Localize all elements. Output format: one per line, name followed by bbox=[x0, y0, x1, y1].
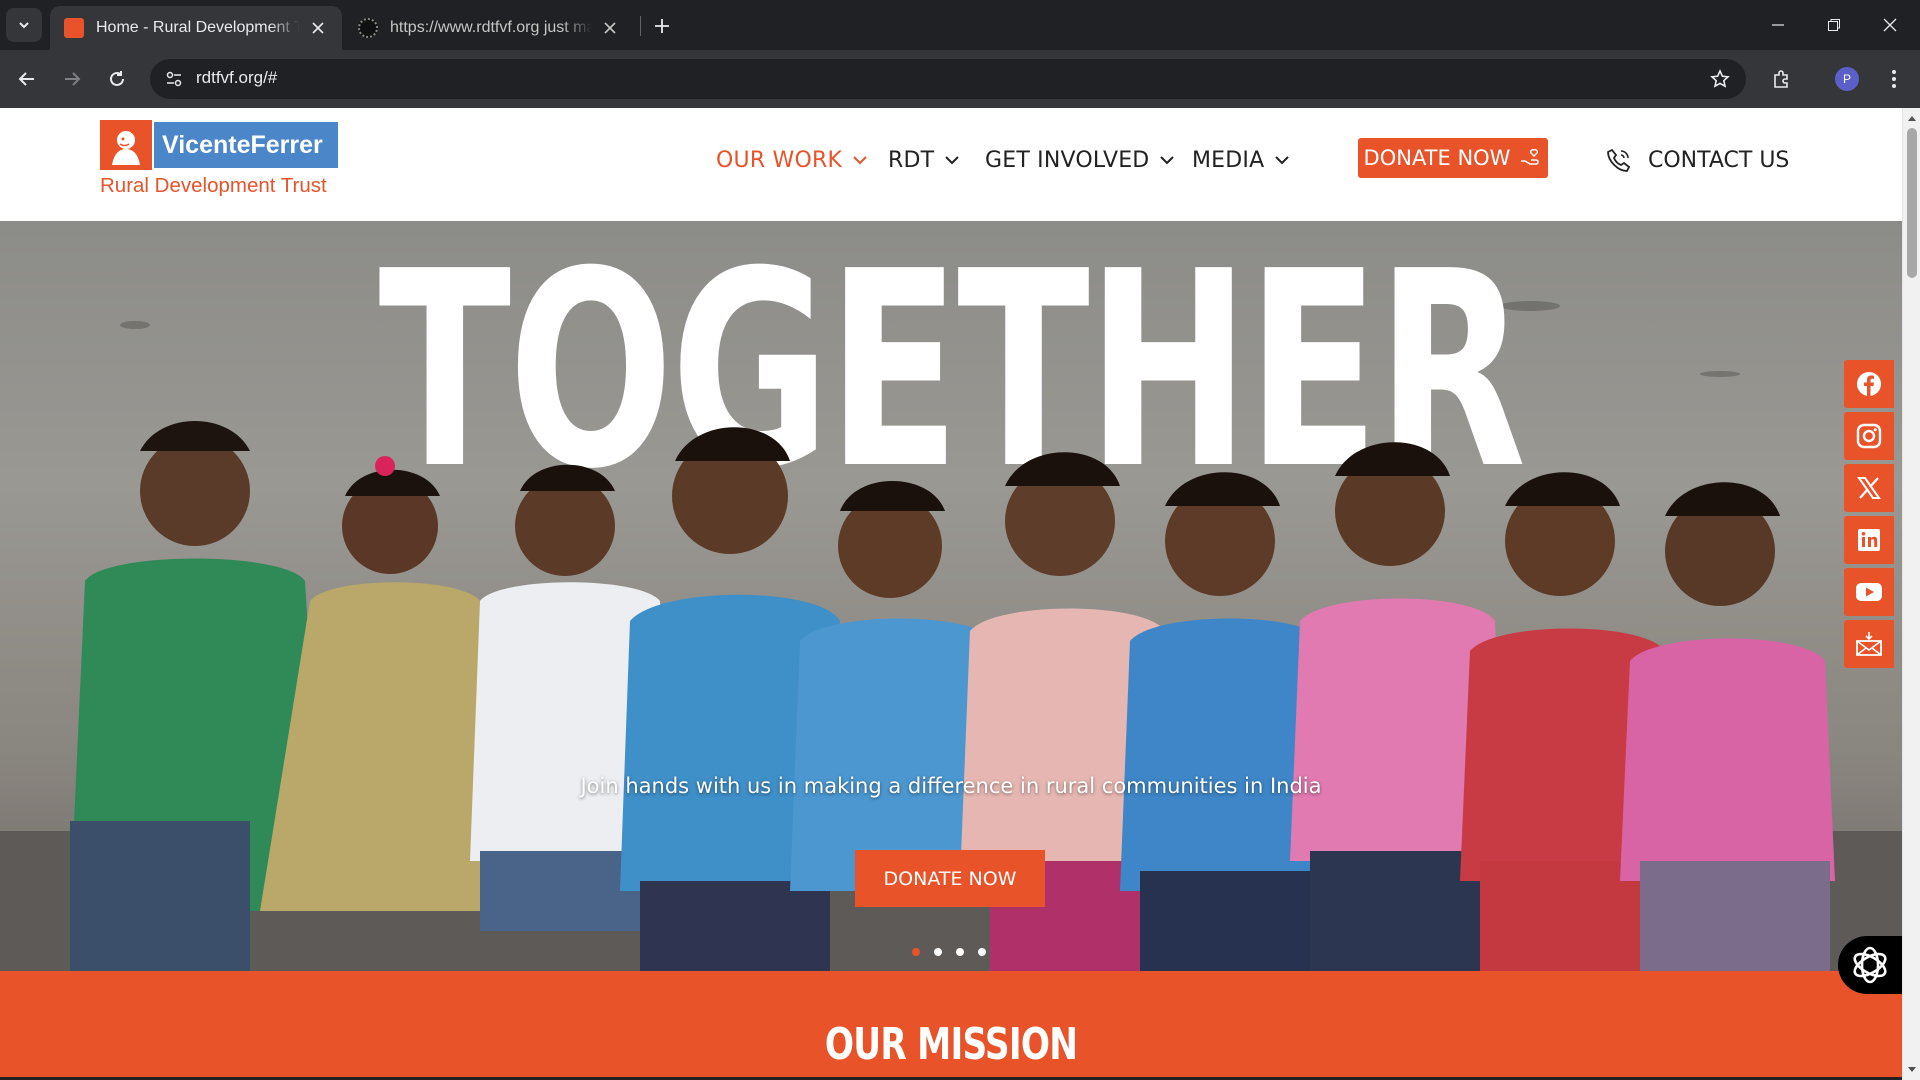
facebook-button[interactable] bbox=[1844, 360, 1894, 408]
site-header: VicenteFerrer Rural Development Trust OU… bbox=[0, 108, 1902, 221]
tune-icon bbox=[166, 71, 182, 87]
back-button[interactable] bbox=[10, 62, 44, 96]
page-scrollbar[interactable] bbox=[1902, 108, 1920, 1080]
logo-badge: VicenteFerrer bbox=[100, 120, 340, 170]
star-icon bbox=[1710, 69, 1730, 88]
hero-subtitle: Join hands with us in making a differenc… bbox=[580, 774, 1322, 798]
browser-tabstrip: Home - Rural Development Trust https://w… bbox=[0, 0, 1920, 50]
slider-dot[interactable] bbox=[912, 948, 920, 956]
hero-donate-button[interactable]: DONATE NOW bbox=[855, 850, 1045, 907]
extensions-button[interactable] bbox=[1765, 62, 1799, 96]
nav-rdt[interactable]: RDT bbox=[888, 140, 960, 180]
contact-us-link[interactable]: CONTACT US bbox=[1606, 140, 1789, 180]
address-bar[interactable]: rdtfvf.org/# bbox=[150, 59, 1746, 99]
chevron-down-icon bbox=[852, 152, 868, 168]
chat-assistant-icon bbox=[1853, 946, 1887, 984]
contact-label: CONTACT US bbox=[1648, 147, 1790, 173]
social-rail bbox=[1844, 360, 1894, 672]
tab-home[interactable]: Home - Rural Development Trust bbox=[50, 6, 342, 50]
hand-heart-icon bbox=[1520, 148, 1542, 168]
reload-button[interactable] bbox=[100, 62, 134, 96]
arrow-right-icon bbox=[65, 72, 81, 86]
menu-button[interactable] bbox=[1877, 62, 1911, 96]
youtube-button[interactable] bbox=[1844, 568, 1894, 616]
slider-dot[interactable] bbox=[956, 948, 964, 956]
donate-now-header-button[interactable]: DONATE NOW bbox=[1358, 138, 1548, 178]
page-viewport: VicenteFerrer Rural Development Trust OU… bbox=[0, 108, 1920, 1080]
forward-button[interactable] bbox=[55, 62, 89, 96]
nav-media[interactable]: MEDIA bbox=[1192, 140, 1290, 180]
tab-title: Home - Rural Development Trust bbox=[96, 19, 300, 36]
instagram-button[interactable] bbox=[1844, 412, 1894, 460]
tab-title: https://www.rdtfvf.org just make bbox=[390, 19, 592, 36]
nav-label: GET INVOLVED bbox=[985, 147, 1150, 173]
x-button[interactable] bbox=[1844, 464, 1894, 512]
email-button[interactable] bbox=[1844, 620, 1894, 668]
scroll-thumb[interactable] bbox=[1907, 128, 1917, 278]
bookmark-button[interactable] bbox=[1706, 65, 1734, 93]
site-logo[interactable]: VicenteFerrer Rural Development Trust bbox=[100, 120, 340, 204]
nav-label: RDT bbox=[888, 147, 935, 173]
site-favicon bbox=[358, 18, 378, 38]
slider-dot[interactable] bbox=[978, 948, 986, 956]
chevron-down-icon bbox=[19, 22, 29, 29]
puzzle-icon bbox=[1774, 70, 1788, 88]
slider-dot[interactable] bbox=[934, 948, 942, 956]
url-text[interactable]: rdtfvf.org/# bbox=[196, 68, 277, 88]
logo-subtitle: Rural Development Trust bbox=[100, 174, 327, 197]
linkedin-button[interactable] bbox=[1844, 516, 1894, 564]
nav-our-work[interactable]: OUR WORK bbox=[716, 140, 868, 180]
scroll-up-icon[interactable] bbox=[1906, 112, 1918, 124]
instagram-icon bbox=[1856, 423, 1882, 449]
profile-button[interactable]: P bbox=[1830, 62, 1864, 96]
chevron-down-icon bbox=[1274, 152, 1290, 168]
close-window-button[interactable] bbox=[1862, 0, 1918, 50]
nav-get-involved[interactable]: GET INVOLVED bbox=[985, 140, 1175, 180]
slider-dots bbox=[912, 948, 986, 956]
close-icon[interactable] bbox=[308, 18, 328, 38]
phone-icon bbox=[1606, 147, 1632, 173]
logo-name: VicenteFerrer bbox=[152, 120, 340, 170]
reload-icon bbox=[110, 71, 124, 86]
linkedin-icon bbox=[1858, 529, 1880, 551]
new-tab-button[interactable] bbox=[648, 12, 676, 40]
chevron-down-icon bbox=[1159, 152, 1175, 168]
nav-label: OUR WORK bbox=[716, 147, 843, 173]
facebook-icon bbox=[1857, 372, 1881, 396]
plus-icon bbox=[655, 19, 669, 33]
email-icon bbox=[1856, 632, 1882, 656]
donate-label: DONATE NOW bbox=[1363, 146, 1511, 170]
tab-search-button[interactable] bbox=[6, 8, 42, 42]
nav-label: MEDIA bbox=[1192, 147, 1265, 173]
close-icon bbox=[1883, 18, 1897, 32]
scroll-down-icon[interactable] bbox=[1906, 1064, 1918, 1076]
minimize-button[interactable] bbox=[1750, 0, 1806, 50]
arrow-left-icon bbox=[18, 72, 34, 86]
chat-widget-button[interactable] bbox=[1838, 936, 1902, 994]
browser-toolbar: rdtfvf.org/# P bbox=[0, 50, 1920, 108]
tab-secondary[interactable]: https://www.rdtfvf.org just make bbox=[344, 6, 634, 50]
mission-section: OUR MISSION bbox=[0, 971, 1902, 1080]
close-icon[interactable] bbox=[600, 18, 620, 38]
restore-button[interactable] bbox=[1806, 0, 1862, 50]
x-icon bbox=[1857, 477, 1881, 499]
tab-separator bbox=[640, 16, 641, 36]
restore-icon bbox=[1828, 19, 1840, 31]
site-info-button[interactable] bbox=[160, 65, 188, 93]
chevron-down-icon bbox=[944, 152, 960, 168]
hero-slider: TOGETHER Join hands with us in making a … bbox=[0, 221, 1902, 971]
youtube-icon bbox=[1856, 583, 1882, 601]
mission-title: OUR MISSION bbox=[824, 1019, 1078, 1070]
avatar: P bbox=[1835, 67, 1859, 91]
site-favicon bbox=[64, 18, 84, 38]
more-vert-icon bbox=[1892, 70, 1896, 88]
logo-emblem-icon bbox=[100, 120, 152, 170]
minimize-icon bbox=[1772, 24, 1784, 26]
